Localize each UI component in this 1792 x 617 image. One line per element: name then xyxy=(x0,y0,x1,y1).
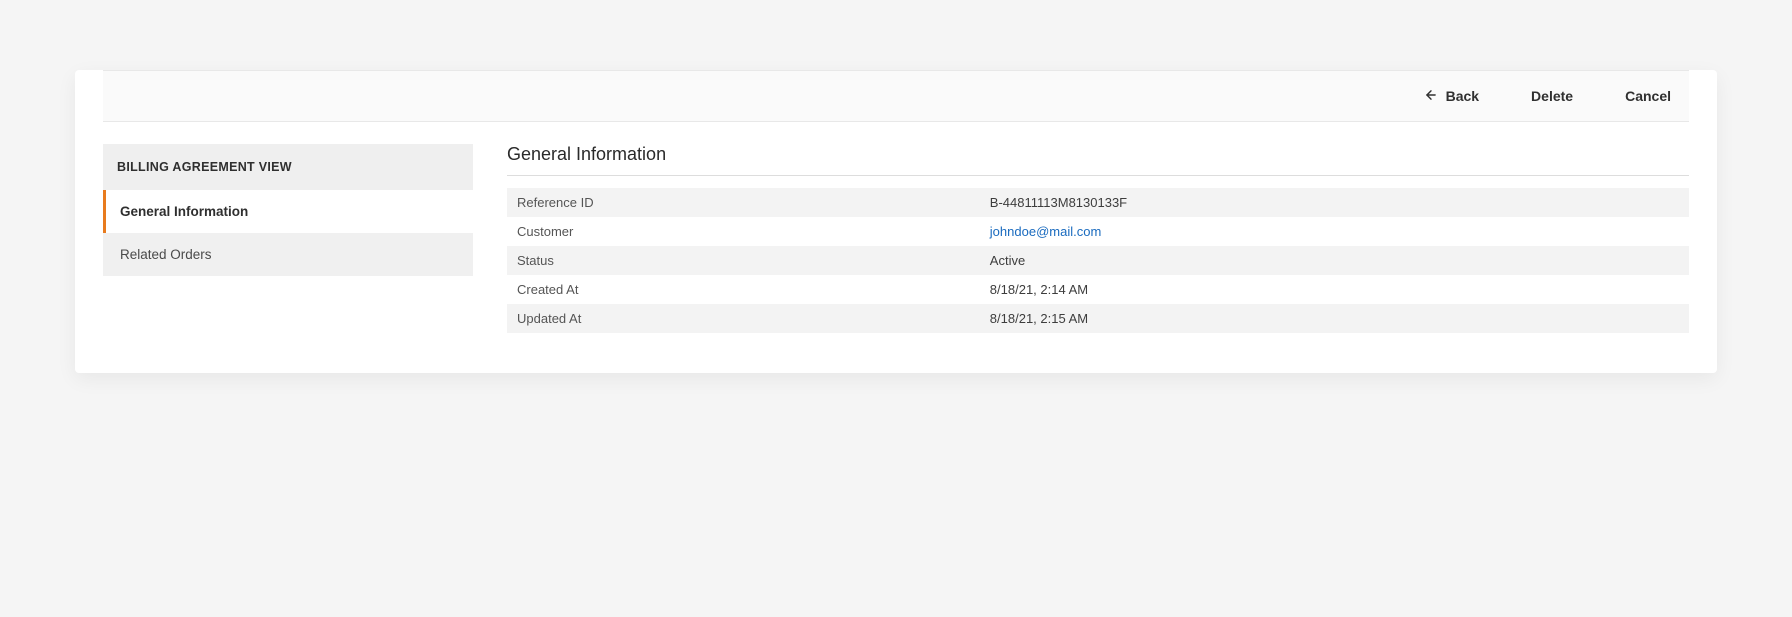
row-label: Customer xyxy=(507,217,980,246)
back-button[interactable]: Back xyxy=(1410,80,1493,113)
row-value: 8/18/21, 2:15 AM xyxy=(980,304,1689,333)
sidebar: BILLING AGREEMENT VIEW General Informati… xyxy=(103,144,473,333)
sidebar-item-label: Related Orders xyxy=(120,247,212,262)
row-label: Created At xyxy=(507,275,980,304)
sidebar-item-general-information[interactable]: General Information xyxy=(103,190,473,233)
row-label: Status xyxy=(507,246,980,275)
table-row: Status Active xyxy=(507,246,1689,275)
info-table: Reference ID B-44811113M8130133F Custome… xyxy=(507,188,1689,333)
sidebar-item-related-orders[interactable]: Related Orders xyxy=(103,233,473,276)
row-value: johndoe@mail.com xyxy=(980,217,1689,246)
action-toolbar: Back Delete Cancel xyxy=(103,70,1689,122)
arrow-left-icon xyxy=(1424,88,1438,105)
row-value: 8/18/21, 2:14 AM xyxy=(980,275,1689,304)
row-value: Active xyxy=(980,246,1689,275)
row-label: Updated At xyxy=(507,304,980,333)
row-value: B-44811113M8130133F xyxy=(980,188,1689,217)
main-panel: General Information Reference ID B-44811… xyxy=(507,144,1689,333)
table-row: Reference ID B-44811113M8130133F xyxy=(507,188,1689,217)
section-title: General Information xyxy=(507,144,1689,176)
content-row: BILLING AGREEMENT VIEW General Informati… xyxy=(103,122,1689,333)
table-row: Updated At 8/18/21, 2:15 AM xyxy=(507,304,1689,333)
page-card: Back Delete Cancel BILLING AGREEMENT VIE… xyxy=(75,70,1717,373)
sidebar-header: BILLING AGREEMENT VIEW xyxy=(103,144,473,190)
cancel-label: Cancel xyxy=(1625,88,1671,104)
back-label: Back xyxy=(1446,88,1479,104)
table-row: Customer johndoe@mail.com xyxy=(507,217,1689,246)
delete-label: Delete xyxy=(1531,88,1573,104)
table-row: Created At 8/18/21, 2:14 AM xyxy=(507,275,1689,304)
sidebar-item-label: General Information xyxy=(120,204,248,219)
delete-button[interactable]: Delete xyxy=(1517,80,1587,112)
customer-link[interactable]: johndoe@mail.com xyxy=(990,224,1101,239)
cancel-button[interactable]: Cancel xyxy=(1611,80,1685,112)
row-label: Reference ID xyxy=(507,188,980,217)
